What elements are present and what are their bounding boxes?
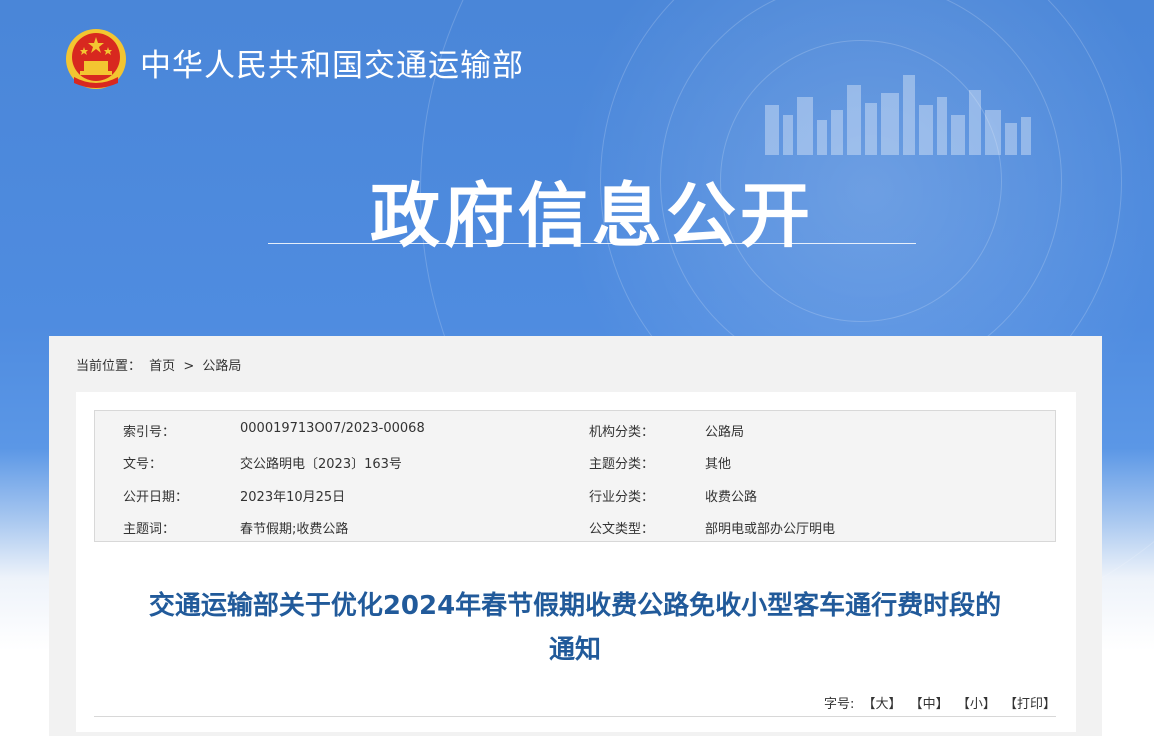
print-button[interactable]: 【打印】 (1004, 697, 1056, 712)
metadata-value: 春节假期;收费公路 (240, 522, 349, 537)
document-title: 交通运输部关于优化2024年春节假期收费公路免收小型客车通行费时段的 通知 (95, 584, 1055, 672)
metadata-key: 文号： (123, 457, 163, 472)
metadata-key: 机构分类： (589, 425, 655, 440)
metadata-key: 公文类型： (589, 522, 655, 537)
breadcrumb-label: 当前位置： (76, 359, 142, 374)
document-metadata-table: 索引号： 000019713O07/2023-00068 机构分类： 公路局 文… (94, 410, 1056, 542)
content-divider (94, 716, 1056, 717)
metadata-value: 2023年10月25日 (240, 490, 346, 505)
metadata-key: 主题词： (123, 522, 176, 537)
metadata-key: 公开日期： (123, 490, 189, 505)
breadcrumb-item-home[interactable]: 首页 (149, 359, 175, 374)
metadata-value: 公路局 (705, 425, 745, 440)
font-size-large-button[interactable]: 【大】 (863, 697, 902, 712)
breadcrumb-separator: > (183, 359, 195, 374)
city-skyline-image (765, 75, 1031, 155)
site-name[interactable]: 中华人民共和国交通运输部 (140, 40, 524, 85)
breadcrumb: 当前位置： 首页 > 公路局 (76, 355, 245, 374)
metadata-value: 交公路明电〔2023〕163号 (240, 457, 402, 472)
national-emblem-icon (66, 29, 126, 89)
metadata-row: 索引号： 000019713O07/2023-00068 机构分类： 公路局 (95, 412, 1055, 444)
metadata-value: 部明电或部办公厅明电 (705, 522, 836, 537)
font-size-small-button[interactable]: 【小】 (957, 697, 996, 712)
title-divider (268, 243, 916, 244)
metadata-row: 主题词： 春节假期;收费公路 公文类型： 部明电或部办公厅明电 (95, 509, 1055, 541)
metadata-row: 公开日期： 2023年10月25日 行业分类： 收费公路 (95, 477, 1055, 509)
metadata-key: 主题分类： (589, 457, 655, 472)
document-title-line2: 通知 (548, 635, 601, 665)
font-size-label: 字号: (823, 697, 855, 712)
metadata-value: 000019713O07/2023-00068 (240, 421, 425, 436)
font-size-tools: 字号: 【大】 【中】 【小】 【打印】 (824, 693, 1056, 712)
breadcrumb-item-highway-bureau[interactable]: 公路局 (202, 359, 241, 374)
metadata-key: 索引号： (123, 425, 176, 440)
metadata-value: 收费公路 (705, 490, 758, 505)
metadata-key: 行业分类： (589, 490, 655, 505)
document-title-line1: 交通运输部关于优化2024年春节假期收费公路免收小型客车通行费时段的 (148, 591, 1002, 621)
metadata-row: 文号： 交公路明电〔2023〕163号 主题分类： 其他 (95, 444, 1055, 476)
font-size-medium-button[interactable]: 【中】 (910, 697, 949, 712)
section-title: 政府信息公开 (370, 175, 814, 257)
metadata-value: 其他 (705, 457, 732, 472)
